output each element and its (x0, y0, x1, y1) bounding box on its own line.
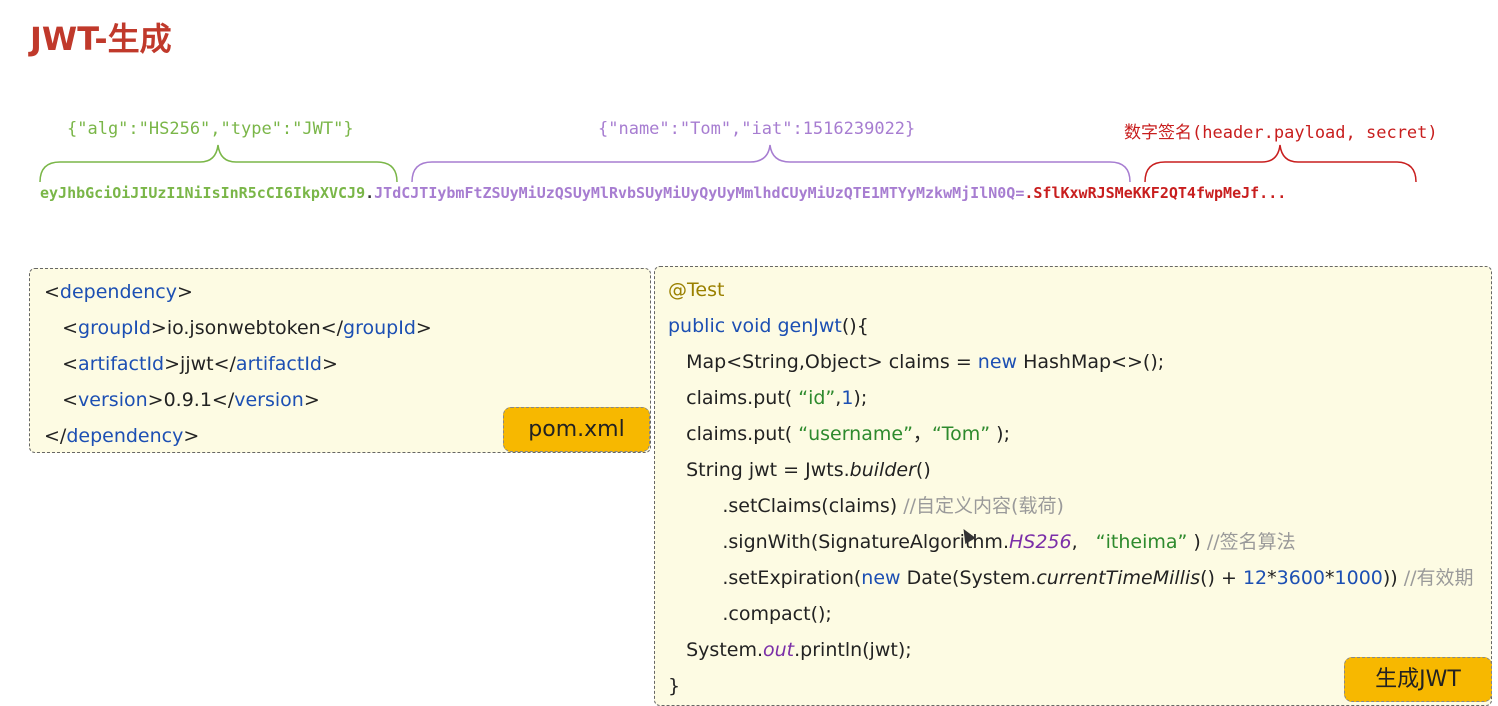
token-header: eyJhbGciOiJIUzI1NiIsInR5cCI6IkpXVCJ9 (40, 184, 366, 202)
pom-xml-tag: pom.xml (503, 407, 650, 452)
token-payload: JTdCJTIybmFtZSUyMiUzQSUyMlRvbSUyMiUyQyUy… (374, 184, 1025, 202)
signature-brace (1144, 144, 1417, 183)
payload-json-label: {"name":"Tom","iat":1516239022} (598, 119, 916, 139)
pom-code: <dependency> <groupId>io.jsonwebtoken</g… (44, 281, 432, 447)
java-code: @Test public void genJwt(){ Map<String,O… (668, 279, 1474, 697)
token-separator: . (365, 184, 375, 202)
token-signature: SflKxwRJSMeKKF2QT4fwpMeJf... (1033, 184, 1287, 202)
jwt-token: eyJhbGciOiJIUzI1NiIsInR5cCI6IkpXVCJ9.JTd… (40, 184, 1286, 202)
generate-jwt-tag: 生成JWT (1344, 657, 1492, 702)
payload-brace (411, 144, 1131, 183)
signature-label: 数字签名(header.payload, secret) (1124, 123, 1438, 143)
header-brace (39, 144, 398, 183)
header-json-label: {"alg":"HS256","type":"JWT"} (67, 119, 354, 139)
